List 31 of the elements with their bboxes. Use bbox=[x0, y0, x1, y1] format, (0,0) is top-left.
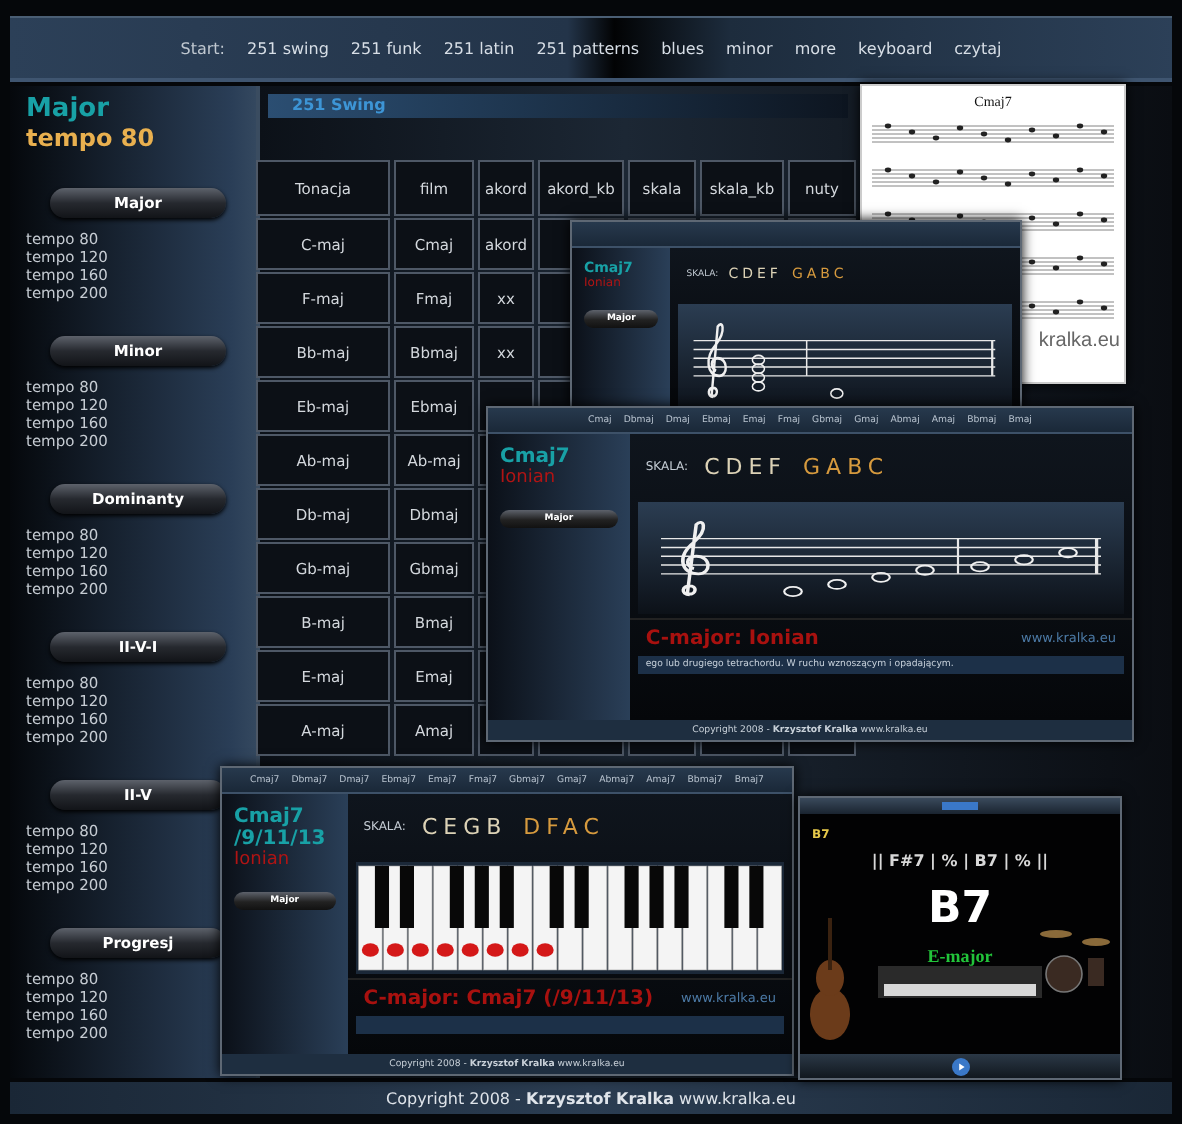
nav-link[interactable]: 251 patterns bbox=[536, 39, 640, 57]
nav-link[interactable]: 251 swing bbox=[247, 39, 329, 57]
nav-link[interactable]: czytaj bbox=[954, 39, 1002, 57]
nav-link[interactable]: 251 funk bbox=[350, 39, 422, 57]
chord-name: Cmaj7 bbox=[500, 446, 570, 468]
scale-notes: GABC bbox=[803, 453, 890, 479]
caption: C-major: Ionian bbox=[645, 627, 819, 649]
current-chord: B7 bbox=[927, 886, 993, 934]
scale-notes: DFAC bbox=[523, 813, 605, 839]
section-header: 251 Swing bbox=[268, 94, 848, 118]
play-icon[interactable] bbox=[951, 1057, 969, 1075]
chord-progression: || F#7 | % | B7 | % || bbox=[871, 852, 1049, 870]
caption: C-major: Cmaj7 (/9/11/13) bbox=[363, 987, 654, 1009]
current-scale: Major bbox=[26, 94, 110, 124]
nav-link[interactable]: keyboard bbox=[858, 39, 933, 57]
scale-notes: CDEF bbox=[704, 453, 788, 479]
mode-name: Ionian bbox=[500, 468, 556, 490]
chord-name: Cmaj7 bbox=[234, 806, 304, 828]
current-tempo: tempo 80 bbox=[26, 124, 155, 152]
key-name: E-major bbox=[927, 946, 993, 966]
copyright-text: Copyright 2008 - Krzysztof Kralka www.kralka.eu bbox=[386, 1089, 796, 1107]
nav-link[interactable]: more bbox=[794, 39, 837, 57]
nav-label: Start: bbox=[180, 39, 225, 57]
scale-notes: CEGB bbox=[421, 813, 508, 839]
nav-link[interactable]: 251 latin bbox=[443, 39, 515, 57]
nav-link[interactable]: blues bbox=[661, 39, 705, 57]
nav-link[interactable]: minor bbox=[726, 39, 773, 57]
double-bass-drawing bbox=[808, 918, 852, 1042]
chord-name: /9/11/13 bbox=[234, 828, 326, 850]
mode-name: Ionian bbox=[234, 850, 290, 872]
site-text: kralka.eu bbox=[1038, 330, 1120, 352]
